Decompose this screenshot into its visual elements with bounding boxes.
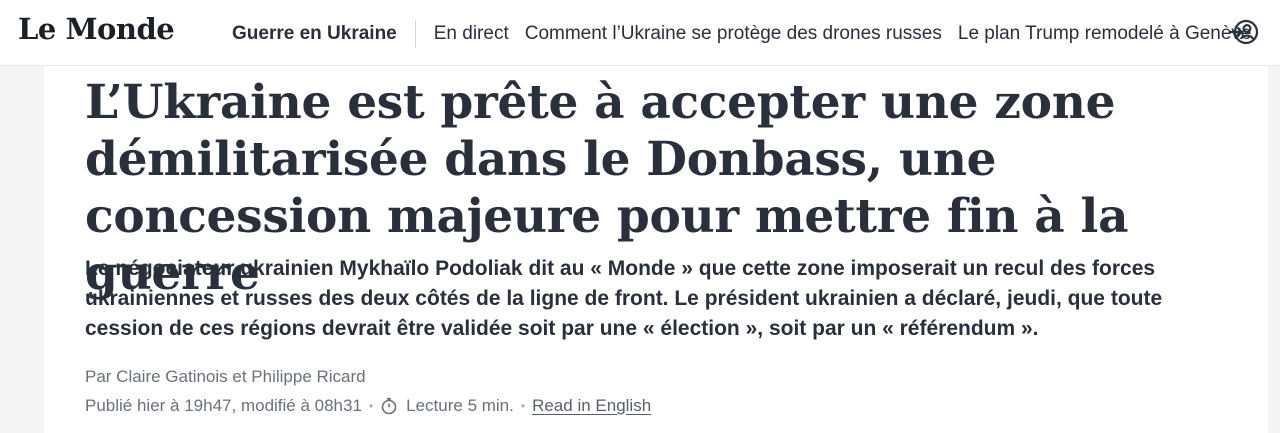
nav-drones-article[interactable]: Comment l’Ukraine se protège des drones … [525, 23, 942, 45]
article-standfirst: Le négociateur ukrainien Mykhaïlo Podoli… [85, 257, 1163, 340]
reading-time: Lecture 5 min. [406, 396, 514, 415]
meta-separator: • [368, 399, 374, 413]
login-user-icon-svg [1230, 19, 1259, 45]
publish-date: Publié hier à 19h47, modifié à 08h31 [85, 396, 362, 415]
nav-en-direct[interactable]: En direct [434, 23, 509, 45]
main-nav: Guerre en Ukraine En direct Comment l’Uk… [232, 18, 1252, 50]
le-monde-logo[interactable]: Le Monde [18, 11, 175, 47]
site-header: Le Monde Guerre en Ukraine En direct Com… [0, 0, 1280, 66]
article-byline: Par Claire Gatinois et Philippe Ricard [85, 367, 366, 386]
nav-divider [414, 20, 416, 48]
meta-separator: • [520, 399, 526, 413]
read-in-english-link[interactable]: Read in English [532, 394, 651, 418]
left-gutter [0, 66, 44, 433]
nav-guerre-en-ukraine[interactable]: Guerre en Ukraine [232, 23, 397, 45]
login-user-icon[interactable] [1228, 16, 1260, 48]
right-gutter [1268, 66, 1280, 433]
nav-plan-trump[interactable]: Le plan Trump remodelé à Genève [958, 23, 1252, 45]
stopwatch-icon [380, 397, 398, 415]
article-meta: Publié hier à 19h47, modifié à 08h31 • L… [85, 394, 651, 418]
